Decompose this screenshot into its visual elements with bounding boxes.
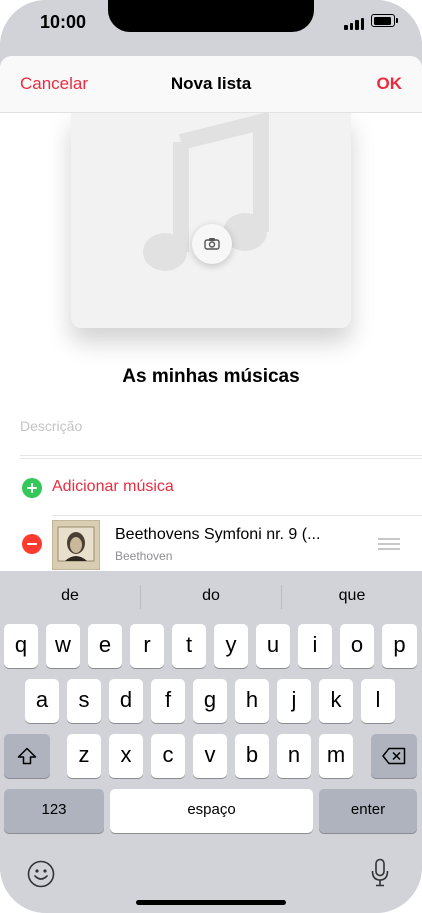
suggestion-3[interactable]: que [282,587,422,605]
key-x[interactable]: x [109,734,143,778]
shift-key[interactable] [4,734,50,778]
key-c[interactable]: c [151,734,185,778]
shift-icon [17,747,37,765]
key-y[interactable]: y [214,624,248,668]
camera-button[interactable] [192,224,232,264]
add-music-button[interactable]: Adicionar música [0,474,422,504]
suggestion-1[interactable]: de [0,587,140,605]
suggestion-2[interactable]: do [141,587,281,605]
delete-icon [382,747,406,765]
key-g[interactable]: g [193,679,227,723]
battery-icon [371,14,398,27]
new-playlist-sheet: Cancelar Nova lista OK As minhas músicas… [0,56,422,571]
divider [20,455,422,456]
key-z[interactable]: z [67,734,101,778]
delete-key[interactable] [371,734,417,778]
key-h[interactable]: h [235,679,269,723]
key-o[interactable]: o [340,624,374,668]
album-artwork [52,520,100,570]
enter-key[interactable]: enter [319,789,417,833]
reorder-icon[interactable] [378,538,400,550]
status-time: 10:00 [40,12,87,32]
key-n[interactable]: n [277,734,311,778]
emoji-icon[interactable] [27,860,55,888]
key-p[interactable]: p [382,624,417,668]
key-l[interactable]: l [361,679,395,723]
song-title: Beethovens Symfoni nr. 9 (... [115,526,321,543]
key-q[interactable]: q [4,624,38,668]
space-key[interactable]: espaço [110,789,313,833]
key-f[interactable]: f [151,679,185,723]
description-field[interactable]: Descrição [20,418,422,434]
page-title: Nova lista [170,74,252,93]
playlist-name-field[interactable]: As minhas músicas [0,366,422,388]
signal-icon [344,16,366,30]
key-v[interactable]: v [193,734,227,778]
key-i[interactable]: i [298,624,332,668]
key-j[interactable]: j [277,679,311,723]
add-music-label: Adicionar música [52,478,174,495]
key-k[interactable]: k [319,679,353,723]
key-d[interactable]: d [109,679,143,723]
numbers-key[interactable]: 123 [4,789,104,833]
divider [20,458,422,459]
camera-icon [204,238,220,250]
key-m[interactable]: m [319,734,353,778]
microphone-icon[interactable] [370,858,390,888]
key-e[interactable]: e [88,624,122,668]
minus-icon[interactable] [22,534,42,554]
notch [108,0,314,32]
plus-icon [22,478,42,498]
key-r[interactable]: r [130,624,164,668]
key-s[interactable]: s [67,679,101,723]
ok-button[interactable]: OK [377,74,403,94]
key-a[interactable]: a [25,679,59,723]
music-note-icon [143,112,269,271]
navigation-bar: Cancelar Nova lista OK [0,56,422,113]
playlist-artwork[interactable] [71,112,351,328]
phone-screen: 10:00 Cancelar Nova lista OK As minhas m… [0,0,422,913]
key-b[interactable]: b [235,734,269,778]
home-indicator [136,900,286,905]
key-w[interactable]: w [46,624,80,668]
song-artist: Beethoven [115,549,173,563]
keyboard: de do que q w e r t y u i o p a s d f g … [0,571,422,913]
key-t[interactable]: t [172,624,206,668]
list-item[interactable]: Beethovens Symfoni nr. 9 (... Beethoven [0,516,422,571]
key-u[interactable]: u [256,624,290,668]
status-bar: 10:00 [0,0,422,48]
